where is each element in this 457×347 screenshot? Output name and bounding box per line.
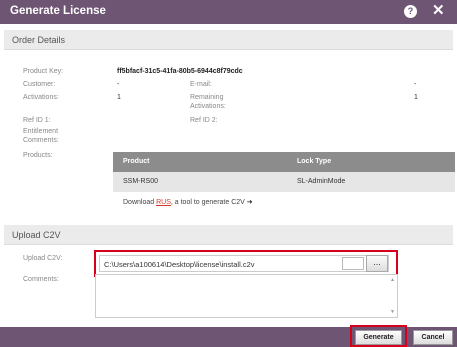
remaining-activations-label-line2: Activations: [190,103,226,110]
download-suffix-text: , a tool to generate C2V [170,199,245,206]
customer-label: Customer: [23,81,56,88]
browse-field[interactable] [342,257,364,270]
product-cell: SSM-RS00 [123,178,159,185]
upload-c2v-header: Upload C2V [4,225,453,245]
email-label: E-mail: [190,81,212,88]
remaining-activations-label-line1: Remaining [190,94,224,101]
dialog-titlebar: Generate License ? ✕ [0,0,457,24]
arrow-right-icon: ➜ [246,199,253,206]
activations-value: 1 [117,94,121,101]
ref-id-2-label: Ref ID 2: [190,117,218,124]
products-label: Products: [23,152,53,159]
ref-id-1-label: Ref ID 1: [23,117,51,124]
generate-button[interactable]: Generate [355,330,402,345]
lock-type-cell: SL-AdminMode [297,178,346,185]
download-prefix-text: Download [123,199,155,206]
entitlement-comments-label-line2: Comments: [23,137,59,144]
comments-textarea[interactable]: ▲ ▼ [95,274,398,318]
activations-label: Activations: [23,94,59,101]
close-icon[interactable]: ✕ [432,2,445,20]
order-details-header: Order Details [4,30,453,50]
generate-license-dialog: Generate License ? ✕ Order Details Produ… [0,0,457,347]
column-header-product: Product [123,158,150,165]
products-table: Product Lock Type SSM-RS00 SL-AdminMode … [113,152,455,212]
comments-label: Comments: [23,276,59,283]
browse-button[interactable]: ... [366,255,388,272]
scroll-up-icon[interactable]: ▲ [390,277,395,283]
dialog-title: Generate License [10,5,106,17]
email-value: - [414,81,417,88]
help-icon[interactable]: ? [404,5,417,18]
rus-download-link[interactable]: RUS [156,199,171,206]
entitlement-comments-label-line1: Entitlement [23,128,59,135]
upload-c2v-label: Upload C2V: [23,255,63,262]
product-key-value: ff5bfacf-31c5-41fa-80b5-6944c8f79cdc [117,68,243,75]
customer-value: - [117,81,120,88]
cancel-button[interactable]: Cancel [413,330,453,345]
products-table-header: Product Lock Type [113,152,455,172]
product-key-label: Product Key: [23,68,64,75]
table-row: SSM-RS00 SL-AdminMode [113,172,455,192]
scroll-down-icon[interactable]: ▼ [390,309,395,315]
column-header-lock-type: Lock Type [297,158,332,165]
download-rus-row: Download RUS, a tool to generate C2V ➜ [113,192,455,212]
remaining-activations-value: 1 [414,94,418,101]
